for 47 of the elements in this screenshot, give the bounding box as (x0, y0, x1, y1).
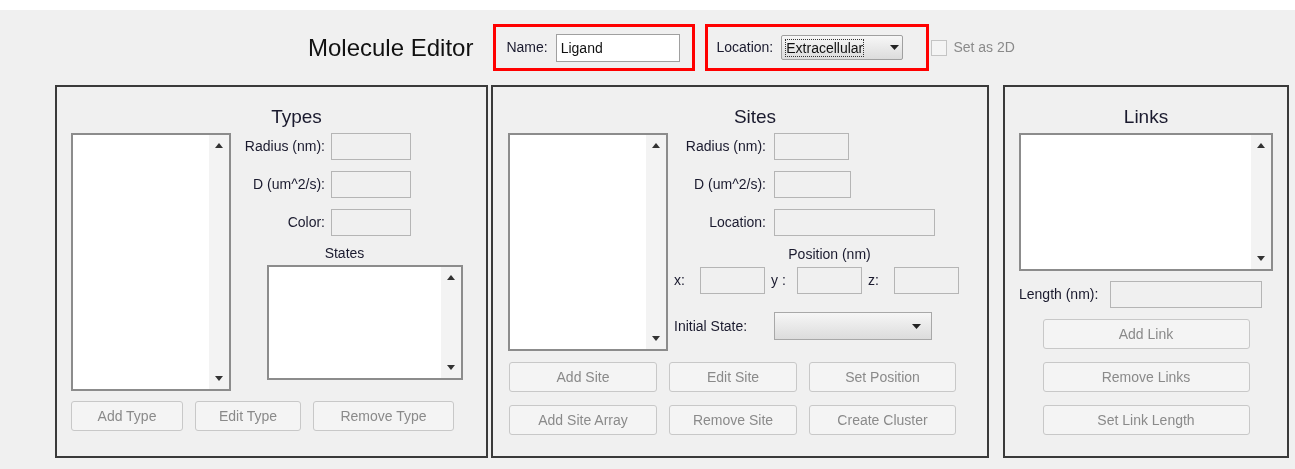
editor-title: Molecule Editor (308, 32, 474, 63)
field-label: Radius (nm): (684, 136, 766, 156)
name-label: Name: (506, 38, 548, 57)
location-dropdown[interactable]: Extracellular (781, 35, 904, 60)
panel-title: Links (1122, 105, 1170, 129)
coord-label: y : (771, 271, 787, 290)
name-field[interactable]: Ligand (555, 33, 680, 62)
input-field[interactable] (774, 208, 935, 236)
scroll-up-icon[interactable] (215, 143, 223, 148)
coord-label: z: (868, 271, 880, 290)
input-field[interactable] (774, 170, 851, 198)
field-label: D (um^2/s): (693, 174, 766, 194)
scroll-down-icon[interactable] (1257, 256, 1265, 261)
panel-title: Types (270, 105, 323, 129)
scroll-up-icon[interactable] (1257, 143, 1265, 148)
field-label: Radius (nm): (244, 136, 325, 156)
location-label: Location: (716, 38, 774, 57)
scroll-down-icon[interactable] (652, 336, 660, 341)
input-field[interactable] (700, 267, 765, 294)
length-label: Length (nm): (1019, 285, 1099, 304)
scrollbar[interactable] (646, 135, 666, 349)
checkbox-label: Set as 2D (953, 38, 1015, 57)
caret-icon (912, 323, 921, 329)
states-label: States (323, 244, 366, 263)
scroll-up-icon[interactable] (652, 143, 660, 148)
scroll-down-icon[interactable] (447, 365, 455, 370)
scroll-up-icon[interactable] (447, 275, 455, 280)
field-label: D (um^2/s): (253, 174, 325, 194)
input-field[interactable] (1110, 281, 1263, 308)
coord-label: x: (674, 271, 686, 290)
initial-state-dropdown[interactable] (774, 312, 932, 340)
scrollbar[interactable] (441, 267, 461, 378)
scrollbar[interactable] (1251, 135, 1271, 269)
input-field[interactable] (774, 132, 849, 160)
scrollbar[interactable] (209, 135, 229, 389)
panel-title: Sites (732, 105, 778, 129)
input-field[interactable] (894, 267, 959, 294)
input-field[interactable] (797, 267, 862, 294)
input-field[interactable] (331, 208, 411, 236)
scroll-down-icon[interactable] (215, 376, 223, 381)
input-field[interactable] (331, 170, 411, 198)
initial-state-label: Initial State: (674, 316, 749, 336)
input-field[interactable] (331, 132, 411, 160)
caret-icon (890, 45, 900, 50)
field-label: Location: (708, 212, 766, 232)
position-label: Position (nm) (787, 245, 872, 264)
field-label: Color: (287, 212, 325, 232)
